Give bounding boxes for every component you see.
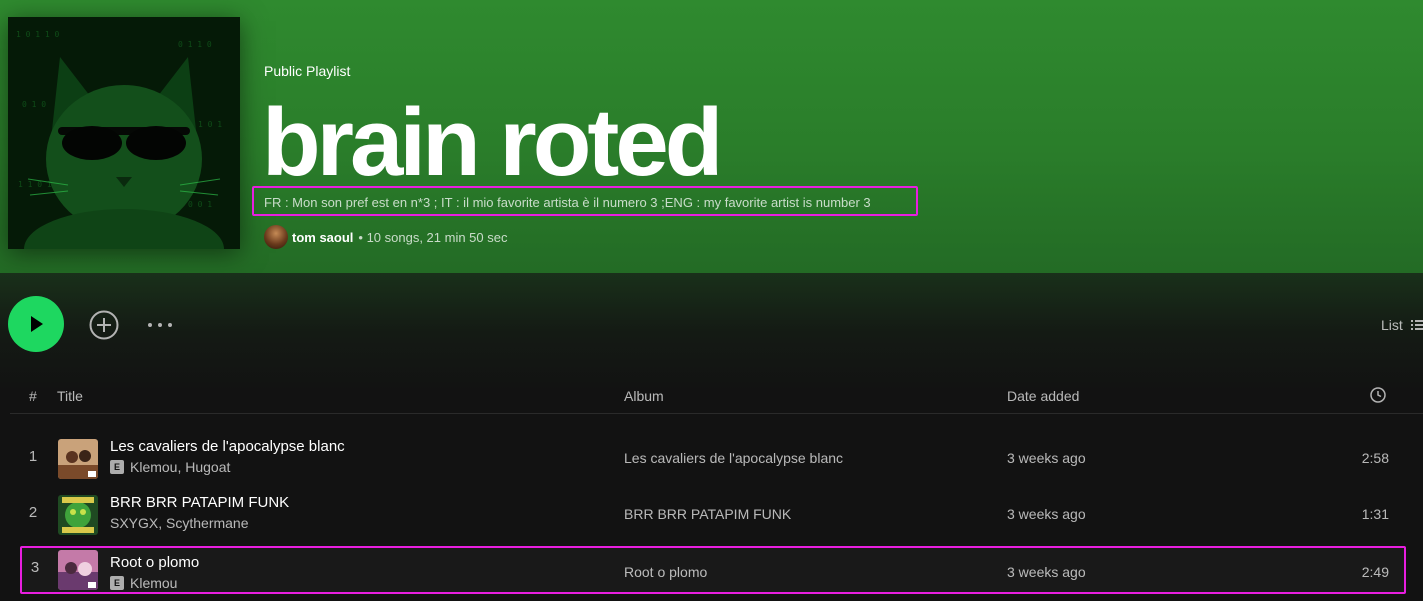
track-album-link[interactable]: BRR BRR PATAPIM FUNK	[624, 506, 791, 522]
track-album-link[interactable]: Root o plomo	[624, 564, 707, 580]
header-duration[interactable]	[1370, 387, 1386, 406]
explicit-badge: E	[110, 576, 124, 590]
track-date-added: 3 weeks ago	[1007, 564, 1086, 580]
svg-text:0 1 1 0: 0 1 1 0	[178, 40, 212, 49]
artist-links[interactable]: SXYGX, Scythermane	[110, 515, 249, 531]
svg-text:1 0 1 1 0: 1 0 1 1 0	[16, 30, 60, 39]
artist-links[interactable]: Klemou	[130, 575, 177, 591]
svg-text:0 0 1: 0 0 1	[188, 200, 212, 209]
track-duration: 2:49	[1361, 564, 1389, 580]
track-number: 3	[30, 559, 40, 576]
header-number: #	[29, 388, 37, 404]
track-date-added: 3 weeks ago	[1007, 506, 1086, 522]
header-album[interactable]: Album	[624, 388, 664, 404]
owner-avatar[interactable]	[264, 225, 288, 249]
track-artists: SXYGX, Scythermane	[110, 515, 249, 531]
add-to-library-button[interactable]	[88, 309, 120, 341]
track-row[interactable]: 1 Les cavaliers de l'apocalypse blanc E …	[20, 435, 1406, 483]
play-button[interactable]	[8, 296, 64, 352]
track-artwork	[58, 550, 98, 590]
playlist-title[interactable]: brain roted	[262, 88, 723, 198]
tracklist-header: # Title Album Date added	[10, 383, 1423, 414]
track-number: 2	[28, 504, 38, 521]
playlist-description: FR : Mon son pref est en n*3 ; IT : il m…	[252, 186, 918, 216]
explicit-badge: E	[110, 460, 124, 474]
list-icon	[1410, 320, 1423, 330]
playlist-meta: tom saoul • 10 songs, 21 min 50 sec	[264, 225, 508, 249]
track-duration: 1:31	[1361, 506, 1389, 522]
track-artwork	[58, 439, 98, 479]
track-number: 1	[28, 448, 38, 465]
track-title-link[interactable]: Les cavaliers de l'apocalypse blanc	[110, 438, 345, 455]
view-mode-label: List	[1381, 317, 1403, 333]
playlist-header: 1 0 1 1 00 1 1 0 0 1 01 0 1 1 1 0 10 0 1…	[0, 0, 1423, 273]
more-options-button[interactable]	[146, 318, 174, 332]
playlist-stats: • 10 songs, 21 min 50 sec	[358, 229, 508, 245]
track-artists: E Klemou, Hugoat	[110, 459, 230, 475]
play-icon	[31, 316, 43, 332]
track-album-link[interactable]: Les cavaliers de l'apocalypse blanc	[624, 450, 843, 466]
track-row[interactable]: 2 BRR BRR PATAPIM FUNK SXYGX, Scytherman…	[20, 491, 1406, 539]
view-mode-button[interactable]: List	[1381, 317, 1423, 333]
track-artwork	[58, 495, 98, 535]
track-row-highlighted[interactable]: 3 Root o plomo E Klemou Root o plomo 3 w…	[20, 546, 1406, 594]
track-title-link[interactable]: Root o plomo	[110, 554, 199, 571]
svg-text:1 0 1: 1 0 1	[198, 120, 222, 129]
artist-links[interactable]: Klemou, Hugoat	[130, 459, 230, 475]
more-dots-icon	[148, 323, 172, 327]
playlist-type-label: Public Playlist	[264, 63, 351, 79]
svg-text:0 1 0: 0 1 0	[22, 100, 46, 109]
owner-name-link[interactable]: tom saoul	[292, 230, 353, 245]
track-date-added: 3 weeks ago	[1007, 450, 1086, 466]
track-artists: E Klemou	[110, 575, 177, 591]
track-title-link[interactable]: BRR BRR PATAPIM FUNK	[110, 494, 289, 511]
track-duration: 2:58	[1361, 450, 1389, 466]
header-title[interactable]: Title	[57, 388, 83, 404]
clock-icon	[1370, 387, 1386, 403]
plus-circle-icon	[89, 310, 119, 340]
playlist-cover-image[interactable]: 1 0 1 1 00 1 1 0 0 1 01 0 1 1 1 0 10 0 1	[8, 17, 240, 249]
header-date-added[interactable]: Date added	[1007, 388, 1079, 404]
